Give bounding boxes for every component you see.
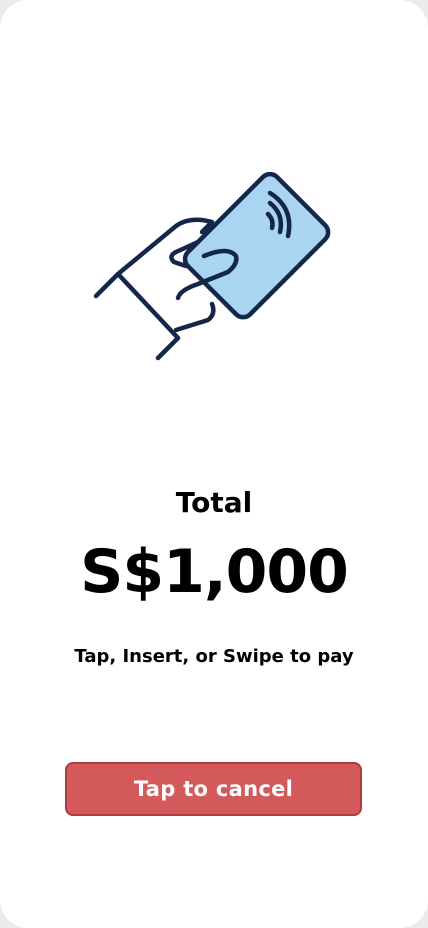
cancel-button[interactable]: Tap to cancel — [65, 762, 362, 816]
total-label: Total — [175, 486, 253, 519]
hand-tapping-card-icon — [90, 165, 340, 365]
payment-instruction: Tap, Insert, or Swipe to pay — [74, 646, 354, 667]
card-icon — [182, 171, 331, 320]
payment-screen: Total S$1,000 Tap, Insert, or Swipe to p… — [0, 0, 428, 928]
total-amount: S$1,000 — [80, 537, 349, 607]
